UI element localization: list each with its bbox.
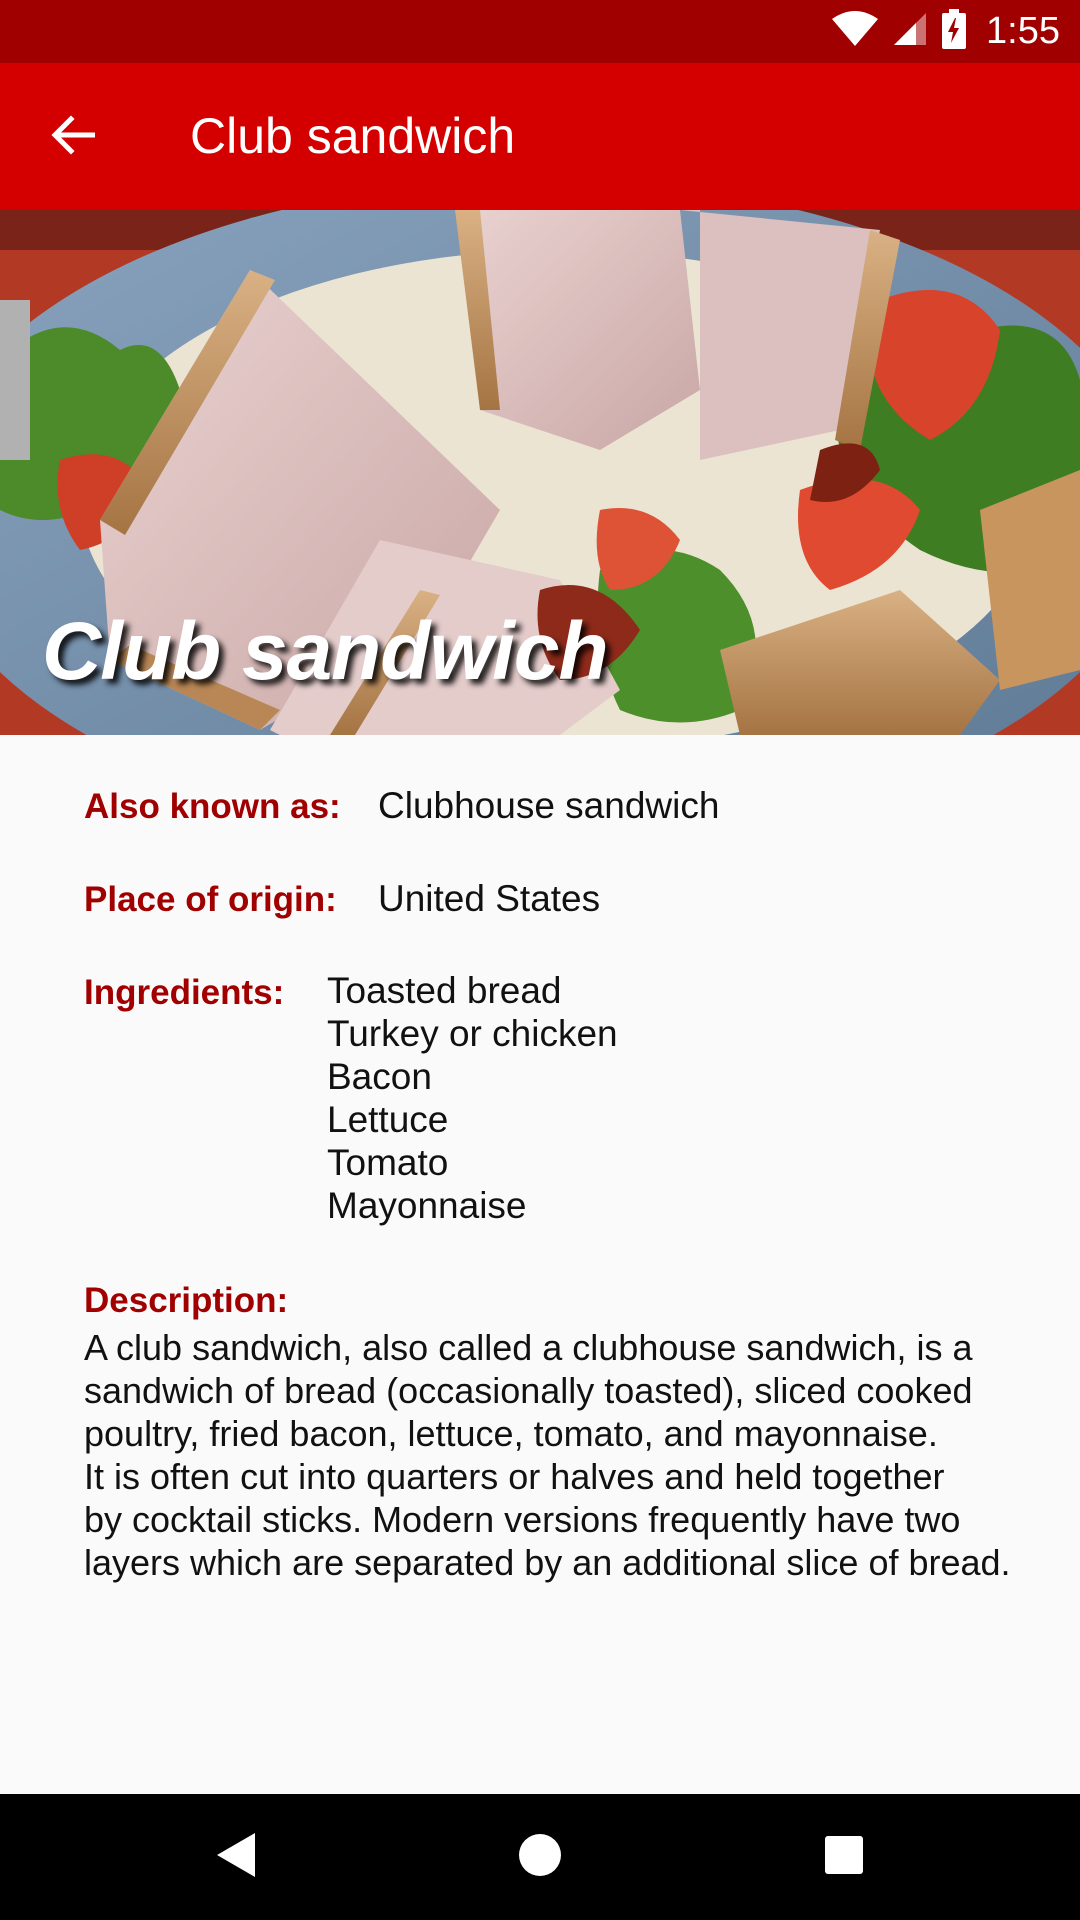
nav-recents-icon xyxy=(824,1835,864,1880)
arrow-back-icon xyxy=(51,114,96,160)
hero-caption: Club sandwich xyxy=(42,606,609,697)
app-bar-title: Club sandwich xyxy=(190,108,516,164)
place-of-origin-value: United States xyxy=(378,878,601,919)
description-label: Description: xyxy=(84,1281,289,1320)
status-bar: 1:55 xyxy=(0,0,1080,63)
recipe-detail-screen: 1:55 Club sandwich Club sandwich Also kn… xyxy=(0,0,1080,1920)
hero-image: Club sandwich xyxy=(0,210,1080,735)
battery-charging-icon xyxy=(942,9,967,54)
ingredient-item: Turkey or chicken xyxy=(327,1013,618,1054)
nav-recents-button[interactable] xyxy=(809,1822,879,1892)
nav-home-icon xyxy=(518,1833,562,1882)
ingredient-item: Bacon xyxy=(327,1056,432,1097)
also-known-as-label: Also known as: xyxy=(84,787,341,826)
status-time: 1:55 xyxy=(986,10,1060,52)
app-bar: Club sandwich xyxy=(0,63,1080,210)
nav-back-icon xyxy=(215,1831,257,1884)
wifi-icon xyxy=(832,11,879,52)
back-button[interactable] xyxy=(30,99,116,175)
ingredient-item: Tomato xyxy=(327,1142,449,1183)
ingredient-item: Mayonnaise xyxy=(327,1185,527,1226)
status-icons: 1:55 xyxy=(832,0,1060,63)
description-text: A club sandwich, also called a clubhouse… xyxy=(84,1327,1011,1583)
ingredients-label: Ingredients: xyxy=(84,973,285,1012)
navigation-bar xyxy=(0,1794,1080,1920)
ingredient-item: Lettuce xyxy=(327,1099,449,1140)
signal-icon xyxy=(892,11,928,52)
ingredient-item: Toasted bread xyxy=(327,970,562,1011)
place-of-origin-label: Place of origin: xyxy=(84,880,337,919)
nav-home-button[interactable] xyxy=(505,1822,575,1892)
nav-back-button[interactable] xyxy=(201,1822,271,1892)
ingredients-list: Toasted bread Turkey or chicken Bacon Le… xyxy=(327,969,618,1227)
also-known-as-value: Clubhouse sandwich xyxy=(378,785,720,826)
